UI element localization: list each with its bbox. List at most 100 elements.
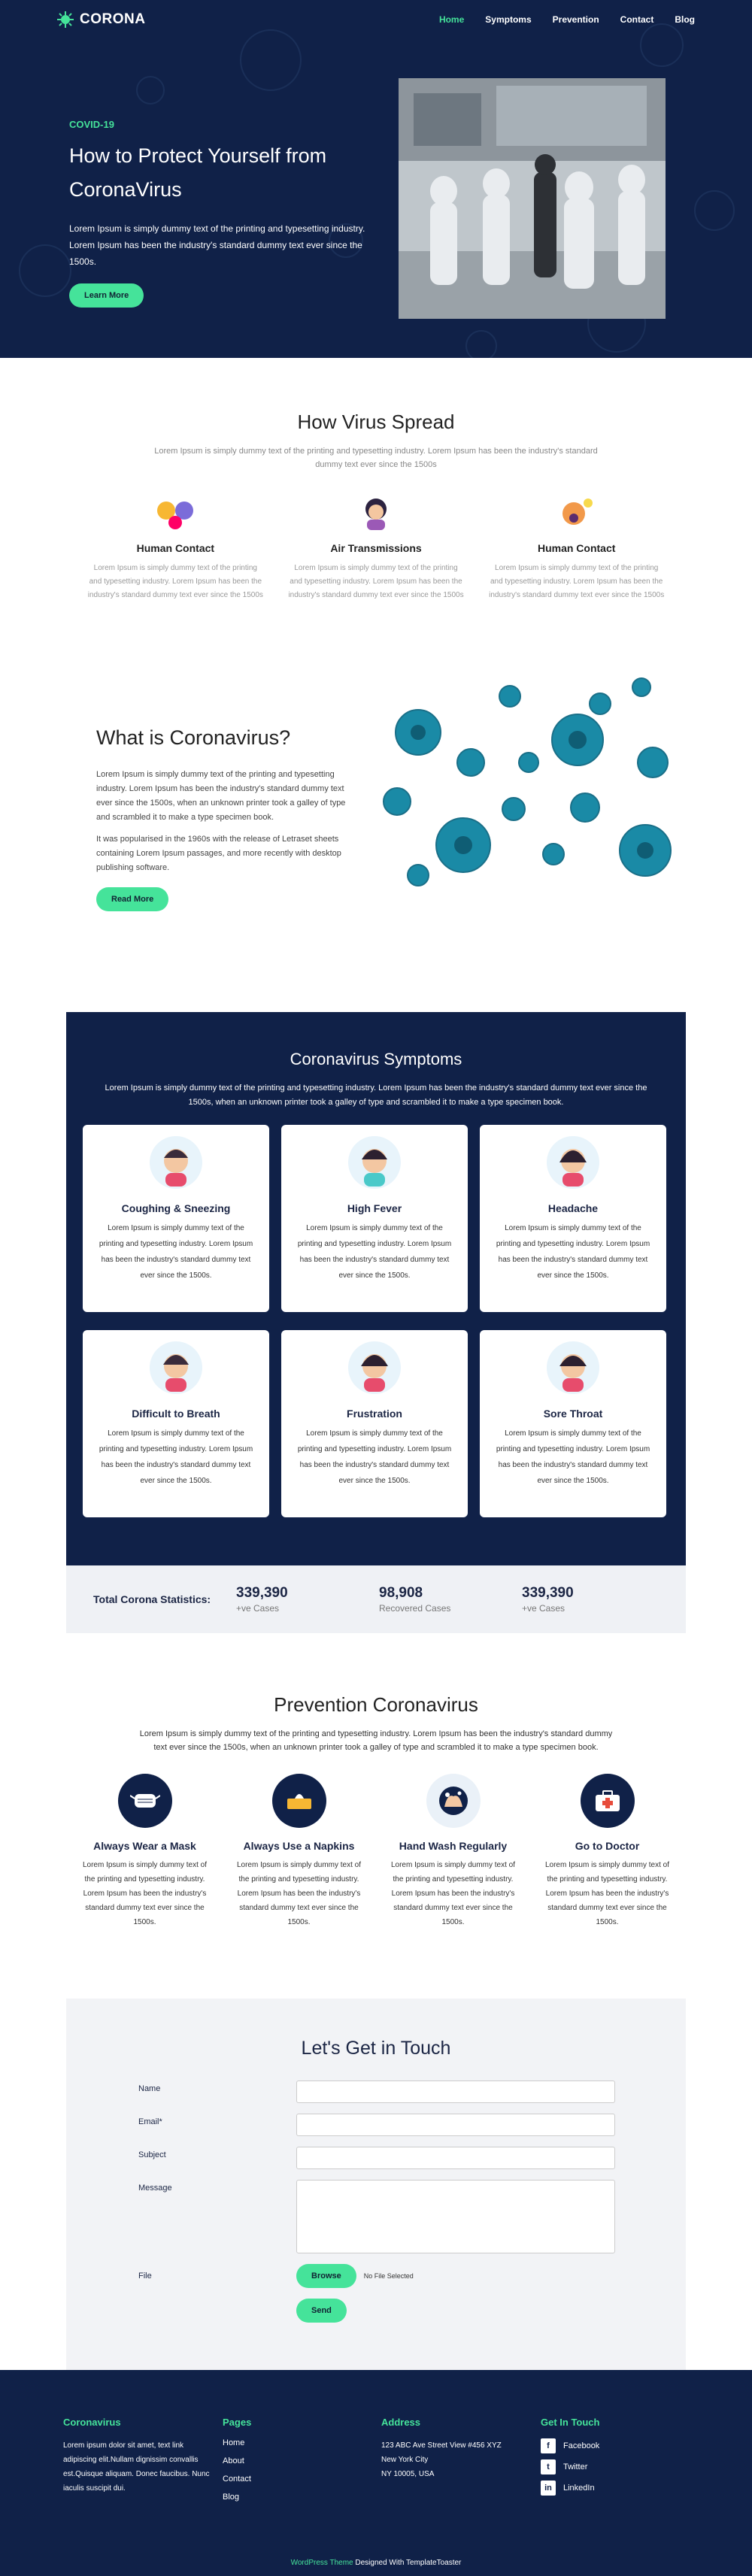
section-title: How Virus Spread <box>297 411 455 433</box>
virus-logo-icon <box>57 11 74 28</box>
symptom-card: Sore Throat Lorem Ipsum is simply dummy … <box>480 1330 666 1517</box>
learn-more-button[interactable]: Learn More <box>69 283 144 308</box>
footer-link-home[interactable]: Home <box>223 2438 251 2447</box>
social-linkedin[interactable]: in LinkedIn <box>541 2481 599 2496</box>
symptom-text: Lorem Ipsum is simply dummy text of the … <box>496 1224 650 1280</box>
nav-contact[interactable]: Contact <box>620 14 654 25</box>
credit-link[interactable]: WordPress Theme <box>291 2559 353 2567</box>
nav-symptoms[interactable]: Symptoms <box>485 14 531 25</box>
footer: Coronavirus Lorem ipsum dolor sit amet, … <box>0 2370 752 2576</box>
footer-link-contact[interactable]: Contact <box>223 2474 251 2484</box>
social-twitter[interactable]: t Twitter <box>541 2459 599 2474</box>
address-line: 123 ABC Ave Street View #456 XYZ <box>381 2441 502 2450</box>
stat-number: 339,390 <box>236 1585 288 1601</box>
symptom-text: Lorem Ipsum is simply dummy text of the … <box>297 1224 452 1280</box>
stat-number: 339,390 <box>522 1585 574 1601</box>
frustration-person-icon <box>348 1341 401 1394</box>
symptom-text: Lorem Ipsum is simply dummy text of the … <box>99 1224 253 1280</box>
file-status: No File Selected <box>363 2272 414 2280</box>
how-virus-spread-section: How Virus Spread Lorem Ipsum is simply d… <box>0 358 752 636</box>
file-label: File <box>138 2271 152 2281</box>
name-input[interactable] <box>296 2080 615 2103</box>
what-is-coronavirus-section: What is Coronavirus? Lorem Ipsum is simp… <box>0 636 752 1012</box>
symptom-text: Lorem Ipsum is simply dummy text of the … <box>297 1429 452 1485</box>
subject-input[interactable] <box>296 2147 615 2169</box>
medical-kit-icon <box>595 1790 620 1811</box>
footer-pages: Pages Home About Contact Blog <box>223 2417 251 2511</box>
hero-photo <box>399 78 666 319</box>
prevention-item-text: Lorem Ipsum is simply dummy text of the … <box>390 1861 516 1926</box>
mask-icon <box>129 1794 160 1808</box>
social-label: LinkedIn <box>563 2484 595 2493</box>
read-more-button[interactable]: Read More <box>96 887 169 911</box>
symptoms-section: Coronavirus Symptoms Lorem Ipsum is simp… <box>66 1012 686 1565</box>
address-line: New York City <box>381 2456 429 2464</box>
footer-link-blog[interactable]: Blog <box>223 2493 251 2502</box>
symptom-text: Lorem Ipsum is simply dummy text of the … <box>99 1429 253 1485</box>
breathing-difficulty-person-icon <box>150 1341 202 1394</box>
social-label: Twitter <box>563 2462 588 2471</box>
logo[interactable]: CORONA <box>57 11 145 28</box>
symptom-card: High Fever Lorem Ipsum is simply dummy t… <box>281 1125 468 1312</box>
coughing-person-icon <box>150 1136 202 1189</box>
footer-link-about[interactable]: About <box>223 2456 251 2465</box>
hand-wash-icon <box>438 1787 468 1815</box>
sneeze-icon <box>562 499 593 525</box>
prevention-item-title: Always Use a Napkins <box>243 1840 355 1852</box>
symptom-text: Lorem Ipsum is simply dummy text of the … <box>496 1429 650 1485</box>
prevention-title: Prevention Coronavirus <box>274 1693 478 1716</box>
prevention-item: Hand Wash Regularly Lorem Ipsum is simpl… <box>376 1774 530 1929</box>
whatis-paragraph: Lorem Ipsum is simply dummy text of the … <box>96 770 346 822</box>
spread-item-text: Lorem Ipsum is simply dummy text of the … <box>288 564 464 599</box>
email-input[interactable] <box>296 2114 615 2136</box>
symptom-title: Headache <box>547 1202 599 1214</box>
send-button[interactable]: Send <box>296 2299 347 2323</box>
social-facebook[interactable]: f Facebook <box>541 2438 599 2453</box>
spread-item: Human Contact Lorem Ipsum is simply dumm… <box>75 492 276 602</box>
name-label: Name <box>138 2084 161 2093</box>
social-label: Facebook <box>563 2441 600 2450</box>
nav-blog[interactable]: Blog <box>675 14 695 25</box>
spread-item: Air Transmissions Lorem Ipsum is simply … <box>276 492 477 602</box>
whatis-paragraph: It was popularised in the 1960s with the… <box>96 835 341 872</box>
spread-item-text: Lorem Ipsum is simply dummy text of the … <box>87 564 263 599</box>
contact-section: Let's Get in Touch Name Email* Subject M… <box>66 1999 686 2370</box>
stat-item: 339,390 +ve Cases <box>236 1585 379 1614</box>
stat-caption: +ve Cases <box>236 1603 280 1614</box>
browse-button[interactable]: Browse <box>296 2264 356 2288</box>
top-navbar: CORONA Home Symptoms Prevention Contact … <box>0 0 752 39</box>
prevention-item-text: Lorem Ipsum is simply dummy text of the … <box>544 1861 670 1926</box>
footer-social: Get In Touch f Facebook t Twitter in Linked… <box>541 2417 599 2502</box>
hero-kicker: COVID-19 <box>69 119 114 130</box>
prevention-subtitle: Lorem Ipsum is simply dummy text of the … <box>139 1729 613 1752</box>
stat-item: 98,908 Recovered Cases <box>379 1585 522 1614</box>
footer-address-title: Address <box>381 2417 421 2428</box>
footer-address: Address 123 ABC Ave Street View #456 XYZ… <box>381 2417 502 2481</box>
symptom-card: Headache Lorem Ipsum is simply dummy tex… <box>480 1125 666 1312</box>
symptom-title: Sore Throat <box>543 1408 603 1420</box>
prevention-section: Prevention Coronavirus Lorem Ipsum is si… <box>0 1633 752 1999</box>
statistics-bar: Total Corona Statistics: 339,390 +ve Cas… <box>66 1565 686 1633</box>
sore-throat-person-icon <box>547 1341 599 1394</box>
spread-item-title: Human Contact <box>136 542 215 554</box>
facebook-icon: f <box>541 2438 556 2453</box>
hero-title: How to Protect Yourself from CoronaVirus <box>69 144 327 201</box>
message-label: Message <box>138 2184 172 2193</box>
nav-prevention[interactable]: Prevention <box>553 14 599 25</box>
address-line: NY 10005, USA <box>381 2470 435 2478</box>
section-subtitle: Lorem Ipsum is simply dummy text of the … <box>154 447 598 469</box>
linkedin-icon: in <box>541 2481 556 2496</box>
headache-person-icon <box>547 1136 599 1189</box>
credit-text: Designed With TemplateToaster <box>353 2559 462 2567</box>
footer-social-title: Get In Touch <box>541 2417 600 2428</box>
twitter-icon: t <box>541 2459 556 2474</box>
nav-home[interactable]: Home <box>439 14 464 25</box>
prevention-item-title: Hand Wash Regularly <box>399 1840 508 1852</box>
message-textarea[interactable] <box>296 2180 615 2253</box>
contact-form: Name Email* Subject Message File Browse … <box>66 2080 686 2323</box>
symptom-title: Frustration <box>347 1408 402 1420</box>
prevention-item: Always Use a Napkins Lorem Ipsum is simp… <box>222 1774 376 1929</box>
symptom-title: High Fever <box>347 1202 402 1214</box>
email-label: Email* <box>138 2117 162 2126</box>
stat-caption: Recovered Cases <box>379 1603 451 1614</box>
